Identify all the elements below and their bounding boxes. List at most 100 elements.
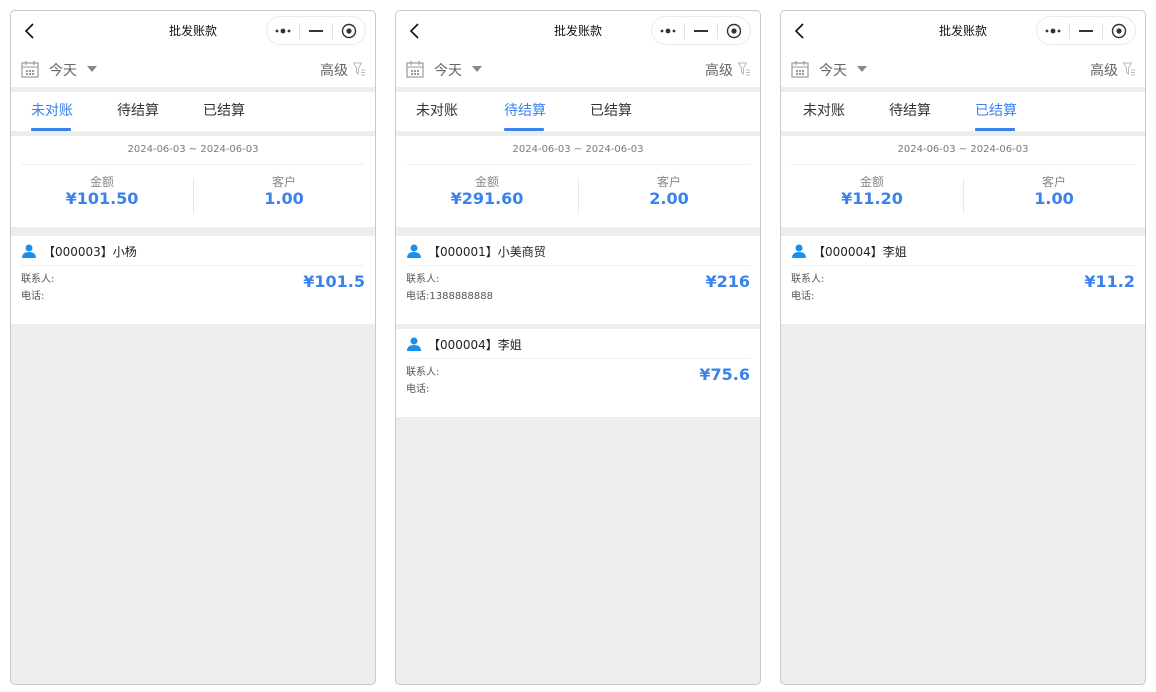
person-icon [22,244,36,258]
date-filter-label[interactable]: 今天 [49,60,77,80]
amount-stat: 金额 ¥101.50 [11,175,193,209]
status-tabs: 未对账 待结算 已结算 [396,92,760,131]
target-close-icon[interactable] [333,17,365,44]
filter-icon[interactable] [353,62,365,76]
contact-person-row: 联系人: [21,270,54,285]
more-dots-icon[interactable] [652,17,684,44]
calendar-icon[interactable] [790,59,810,79]
tab-settled[interactable]: 已结算 [590,100,632,120]
advanced-filter-label[interactable]: 高级 [705,60,733,80]
customer-name: 【000004】李姐 [428,338,522,352]
amount-stat: 金额 ¥11.20 [781,175,963,209]
target-close-icon[interactable] [1103,17,1135,44]
mini-program-capsule [1036,16,1136,45]
customer-stat: 客户 1.00 [963,175,1145,209]
minimize-icon[interactable] [685,17,717,44]
amount-stat: 金额 ¥291.60 [396,175,578,209]
filter-icon[interactable] [738,62,750,76]
customer-stat: 客户 2.00 [578,175,760,209]
contact-label: 联系人: [791,274,825,285]
filter-icon[interactable] [1123,62,1135,76]
more-dots-icon[interactable] [1037,17,1069,44]
active-tab-indicator [31,128,71,131]
tab-unreconciled[interactable]: 未对账 [416,100,458,120]
mini-program-capsule [651,16,751,45]
amount-value: ¥11.20 [841,189,903,208]
status-tabs: 未对账 待结算 已结算 [781,92,1145,131]
customer-label: 客户 [656,175,681,189]
tab-settled[interactable]: 已结算 [975,100,1017,120]
divider [21,164,365,165]
advanced-filter-label[interactable]: 高级 [320,60,348,80]
date-filter-label[interactable]: 今天 [434,60,462,80]
nav-bar: 批发账款 [781,11,1145,51]
filter-bar: 今天 高级 [396,51,760,87]
caret-down-icon[interactable] [472,66,482,72]
customer-count: 1.00 [1034,189,1074,208]
divider [21,265,365,266]
caret-down-icon[interactable] [87,66,97,72]
phone-label: 电话: [791,291,815,302]
calendar-icon[interactable] [20,59,40,79]
divider [406,164,750,165]
minimize-icon[interactable] [1070,17,1102,44]
customer-card[interactable]: 【000001】小美商贸 联系人: 电话:1388888888 ¥216 [396,236,760,324]
mini-program-capsule [266,16,366,45]
customer-stat: 客户 1.00 [193,175,375,209]
customer-label: 客户 [1041,175,1066,189]
tab-pending-settlement[interactable]: 待结算 [504,100,546,120]
amount-label: 金额 [474,175,499,189]
phone-label: 电话: [406,384,430,395]
divider [406,265,750,266]
customer-amount: ¥11.2 [1084,272,1135,291]
contact-person-row: 联系人: [791,270,824,285]
tab-pending-settlement[interactable]: 待结算 [889,100,931,120]
date-range: 2024-06-03 ~ 2024-06-03 [512,144,644,155]
summary-panel: 2024-06-03 ~ 2024-06-03 金额 ¥101.50 客户 1.… [11,136,375,227]
date-filter-label[interactable]: 今天 [819,60,847,80]
customer-card[interactable]: 【000003】小杨 联系人: 电话: ¥101.5 [11,236,375,324]
active-tab-indicator [504,128,544,131]
amount-value: ¥101.50 [65,189,139,208]
phone-row: 电话: [406,380,429,395]
tab-settled[interactable]: 已结算 [203,100,245,120]
more-dots-icon[interactable] [267,17,299,44]
customer-amount: ¥75.6 [699,365,750,384]
amount-label: 金额 [859,175,884,189]
caret-down-icon[interactable] [857,66,867,72]
status-tabs: 未对账 待结算 已结算 [11,92,375,131]
divider [406,358,750,359]
phone-label: 电话: [21,291,45,302]
tab-unreconciled[interactable]: 未对账 [803,100,845,120]
divider [791,265,1135,266]
customer-amount: ¥101.5 [303,272,365,291]
nav-bar: 批发账款 [396,11,760,51]
person-icon [407,244,421,258]
customer-count: 2.00 [649,189,689,208]
calendar-icon[interactable] [405,59,425,79]
tab-pending-settlement[interactable]: 待结算 [117,100,159,120]
summary-panel: 2024-06-03 ~ 2024-06-03 金额 ¥11.20 客户 1.0… [781,136,1145,227]
target-close-icon[interactable] [718,17,750,44]
phone-screen-unreconciled: 批发账款 今天 高级 未对账 待结算 已结算 2024-06-03 ~ 2024… [10,10,376,685]
contact-person-row: 联系人: [406,363,439,378]
customer-count: 1.00 [264,189,304,208]
customer-card[interactable]: 【000004】李姐 联系人: 电话: ¥11.2 [781,236,1145,324]
phone-row: 电话:1388888888 [406,287,493,302]
tab-unreconciled[interactable]: 未对账 [31,100,73,120]
summary-panel: 2024-06-03 ~ 2024-06-03 金额 ¥291.60 客户 2.… [396,136,760,227]
amount-label: 金额 [89,175,114,189]
minimize-icon[interactable] [300,17,332,44]
customer-name: 【000001】小美商贸 [428,245,546,259]
nav-bar: 批发账款 [11,11,375,51]
filter-bar: 今天 高级 [781,51,1145,87]
customer-name: 【000003】小杨 [43,245,137,259]
contact-label: 联系人: [406,274,440,285]
advanced-filter-label[interactable]: 高级 [1090,60,1118,80]
divider [791,164,1135,165]
customer-card[interactable]: 【000004】李姐 联系人: 电话: ¥75.6 [396,329,760,417]
customer-name: 【000004】李姐 [813,245,907,259]
contact-label: 联系人: [406,367,440,378]
amount-value: ¥291.60 [450,189,524,208]
phone-row: 电话: [21,287,44,302]
